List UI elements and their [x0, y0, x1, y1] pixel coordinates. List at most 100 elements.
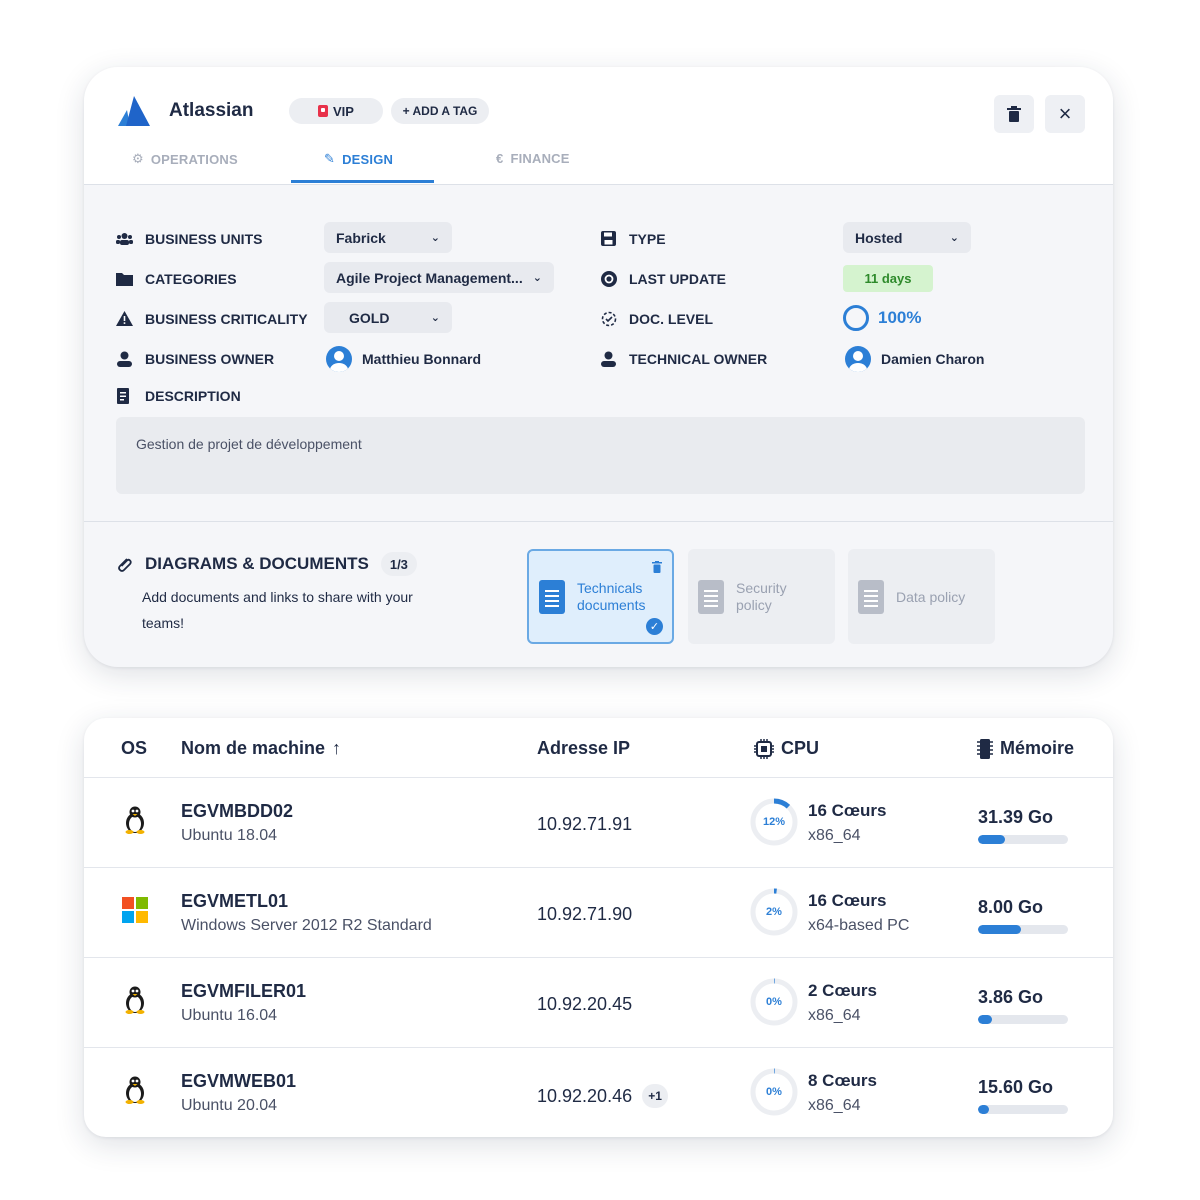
technical-owner-text: TECHNICAL OWNER	[629, 350, 768, 367]
table-row[interactable]: EGVMETL01 Windows Server 2012 R2 Standard…	[84, 867, 1113, 957]
document-icon	[698, 579, 724, 614]
memory-bar	[978, 1015, 1068, 1024]
linux-icon	[120, 985, 150, 1015]
edit-document-icon	[116, 387, 133, 404]
criticality-select[interactable]: GOLD ⌄	[324, 302, 452, 333]
tag-vip-label: VIP	[333, 103, 354, 119]
machine-name[interactable]: EGVMFILER01	[181, 981, 306, 1002]
chevron-down-icon: ⌄	[532, 272, 542, 284]
doc-level-text: DOC. LEVEL	[629, 310, 714, 327]
tab-design[interactable]: ✎ DESIGN	[324, 151, 393, 167]
linux-icon	[120, 1075, 150, 1105]
delete-button[interactable]	[994, 95, 1034, 133]
technical-owner-label: TECHNICAL OWNER	[600, 350, 767, 367]
memory-value: 8.00 Go	[978, 897, 1044, 917]
document-icon	[539, 579, 565, 614]
column-header-memory[interactable]: Mémoire	[977, 738, 1074, 759]
criticality-text: BUSINESS CRITICALITY	[145, 310, 308, 327]
tab-finance-label: FINANCE	[510, 151, 570, 166]
categories-text: CATEGORIES	[145, 270, 237, 287]
column-header-name-label: Nom de machine	[181, 738, 326, 758]
memory-bar-fill	[978, 925, 1022, 934]
cpu-arch: x86_64	[808, 1097, 861, 1114]
doc-level-value: 100%	[843, 305, 921, 331]
doc-level-percent: 100%	[878, 308, 922, 327]
criticality-value: GOLD	[349, 309, 390, 326]
machine-name[interactable]: EGVMETL01	[181, 891, 288, 912]
cpu-usage-gauge: 0%	[748, 976, 800, 1028]
user-icon	[600, 350, 617, 367]
machine-ip-value: 10.92.71.90	[537, 904, 633, 924]
column-header-os[interactable]: OS	[121, 738, 147, 759]
sort-arrow-up-icon: ↑	[332, 738, 342, 758]
table-row[interactable]: EGVMWEB01 Ubuntu 20.04 10.92.20.46 +1 0% 8 Cœ…	[84, 1047, 1113, 1137]
memory-value: 3.86 Go	[978, 987, 1044, 1007]
section-divider	[84, 521, 1113, 522]
column-header-ip[interactable]: Adresse IP	[537, 738, 630, 759]
chevron-down-icon: ⌄	[430, 312, 440, 324]
cpu-percent: 0%	[766, 1086, 782, 1098]
cpu-arch: x86_64	[808, 1007, 861, 1024]
categories-value: Agile Project Management...	[336, 269, 523, 286]
document-card-data-policy[interactable]: Data policy	[848, 549, 995, 644]
windows-icon	[120, 895, 150, 925]
trash-icon[interactable]	[652, 561, 662, 576]
diagrams-count: 1/3	[380, 552, 417, 576]
description-text: DESCRIPTION	[145, 387, 241, 404]
avatar	[845, 346, 871, 372]
cpu-arch: x64-based PC	[808, 917, 910, 934]
machine-os: Ubuntu 16.04	[181, 1007, 278, 1024]
table-row[interactable]: EGVMBDD02 Ubuntu 18.04 10.92.71.91 12% 16 Cœ…	[84, 777, 1113, 867]
categories-select[interactable]: Agile Project Management... ⌄	[324, 262, 554, 293]
document-card-security[interactable]: Security policy	[688, 549, 835, 644]
cpu-percent: 0%	[766, 996, 782, 1008]
document-card-label: Security policy	[736, 579, 787, 613]
memory-value: 15.60 Go	[978, 1077, 1054, 1097]
chevron-down-icon: ⌄	[949, 232, 959, 244]
document-card-technicals[interactable]: Technicals documents ✓	[527, 549, 674, 644]
machines-table: OS Nom de machine ↑ Adresse IP CPU Mémoi…	[84, 718, 1113, 1137]
business-owner-label: BUSINESS OWNER	[116, 350, 274, 367]
categories-label: CATEGORIES	[116, 270, 237, 287]
memory-icon	[977, 738, 993, 759]
description-field[interactable]: Gestion de projet de développement	[116, 417, 1085, 494]
cpu-usage-gauge: 2%	[748, 886, 800, 938]
column-header-cpu-label: CPU	[781, 738, 820, 758]
add-tag-button[interactable]: + ADD A TAG	[391, 98, 489, 124]
column-header-name[interactable]: Nom de machine ↑	[181, 738, 341, 759]
diagrams-title: DIAGRAMS & DOCUMENTS	[145, 554, 369, 573]
machine-ip: 10.92.20.46 +1	[537, 1084, 669, 1108]
memory-bar	[978, 925, 1068, 934]
machine-name[interactable]: EGVMBDD02	[181, 801, 293, 822]
ip-extra-badge[interactable]: +1	[642, 1084, 669, 1108]
table-row[interactable]: EGVMFILER01 Ubuntu 16.04 10.92.20.45 0% 2 Cœ…	[84, 957, 1113, 1047]
close-button[interactable]: ×	[1045, 95, 1085, 133]
card-header: Atlassian VIP + ADD A TAG × ⚙ OPERATIONS…	[84, 67, 1113, 185]
cpu-usage-gauge: 12%	[748, 796, 800, 848]
column-header-cpu[interactable]: CPU	[754, 738, 819, 759]
avatar	[326, 346, 352, 372]
doc-level-label: DOC. LEVEL	[600, 310, 713, 327]
cpu-usage-gauge: 0%	[748, 1066, 800, 1118]
machine-os: Windows Server 2012 R2 Standard	[181, 917, 432, 934]
last-update-text: LAST UPDATE	[629, 270, 726, 287]
business-units-select[interactable]: Fabrick ⌄	[324, 222, 452, 253]
tag-vip[interactable]: VIP	[289, 98, 383, 124]
type-select[interactable]: Hosted ⌄	[843, 222, 971, 253]
doc-level-ring	[843, 305, 869, 331]
atlassian-logo	[118, 96, 150, 126]
last-update-label: LAST UPDATE	[600, 270, 726, 287]
technical-owner-value[interactable]: Damien Charon	[845, 346, 984, 372]
description-label: DESCRIPTION	[116, 387, 241, 404]
vip-tag-icon	[318, 105, 329, 117]
machine-ip: 10.92.20.45	[537, 994, 632, 1015]
machine-name[interactable]: EGVMWEB01	[181, 1071, 296, 1092]
link-icon	[116, 556, 133, 573]
users-icon	[116, 230, 133, 247]
cpu-cores: 2 Cœurs	[808, 981, 877, 1000]
business-owner-value[interactable]: Matthieu Bonnard	[326, 346, 481, 372]
tab-finance[interactable]: € FINANCE	[496, 151, 570, 166]
cpu-percent: 2%	[766, 906, 782, 918]
technical-owner-name: Damien Charon	[881, 351, 985, 367]
tab-operations[interactable]: ⚙ OPERATIONS	[132, 151, 238, 167]
